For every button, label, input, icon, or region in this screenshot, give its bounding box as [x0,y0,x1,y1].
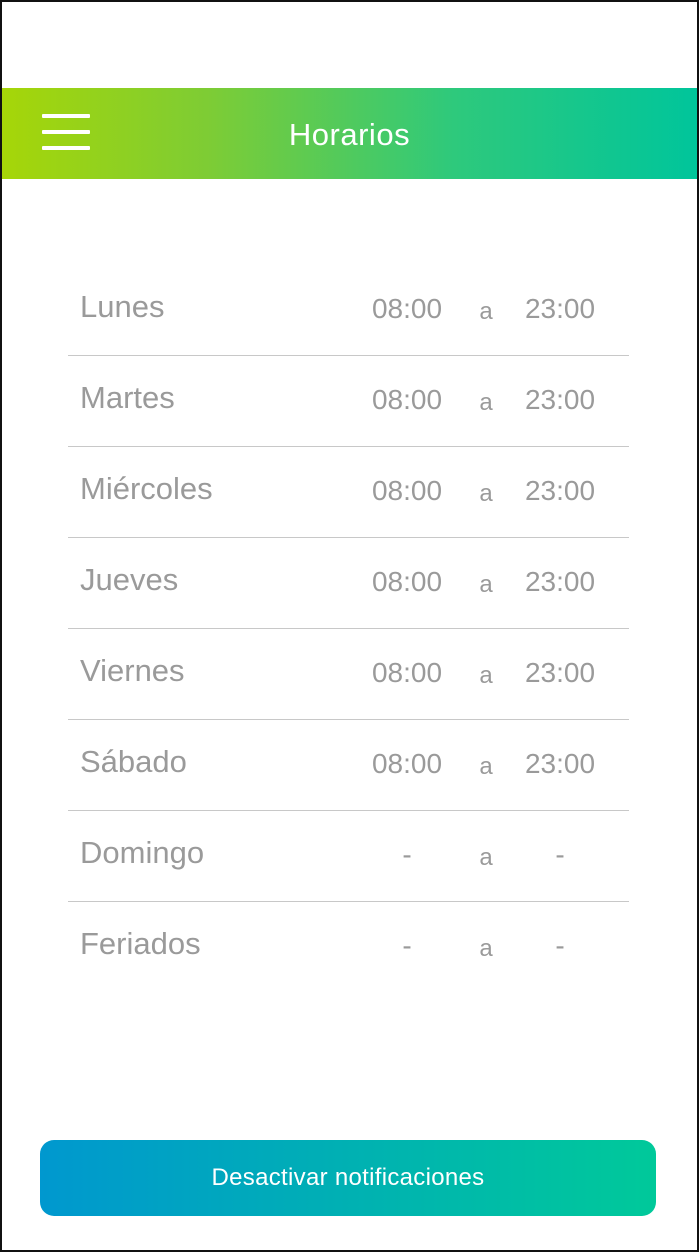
opening-time: 08:00 [371,475,443,506]
day-label: Sábado [80,744,187,779]
day-label: Jueves [80,562,179,597]
time-separator: a [479,935,493,962]
time-separator: a [479,480,493,507]
app-screen: Horarios Lunes 08:00 a 23:00 Martes 08:0… [0,0,699,1252]
time-separator: a [479,571,493,598]
closing-time: 23:00 [524,293,596,324]
schedule-row-sabado: Sábado 08:00 a 23:00 [68,720,629,811]
day-label: Martes [80,380,175,415]
disable-notifications-button[interactable]: Desactivar notificaciones [40,1140,656,1216]
opening-time: 08:00 [371,566,443,597]
closing-time: - [555,839,565,870]
schedule-row-lunes: Lunes 08:00 a 23:00 [68,265,629,356]
opening-time: 08:00 [371,293,443,324]
closing-time: 23:00 [524,566,596,597]
closing-time: 23:00 [524,657,596,688]
closing-time: - [555,930,565,961]
time-separator: a [479,844,493,871]
schedule-row-viernes: Viernes 08:00 a 23:00 [68,629,629,720]
time-separator: a [479,298,493,325]
opening-time: 08:00 [371,657,443,688]
day-label: Viernes [80,653,185,688]
day-label: Miércoles [80,471,213,506]
opening-time: - [402,930,412,961]
opening-time: 08:00 [371,384,443,415]
schedule-row-jueves: Jueves 08:00 a 23:00 [68,538,629,629]
schedule-row-miercoles: Miércoles 08:00 a 23:00 [68,447,629,538]
time-separator: a [479,389,493,416]
schedule-row-martes: Martes 08:00 a 23:00 [68,356,629,447]
top-app-bar: Horarios [2,88,697,179]
schedule-list: Lunes 08:00 a 23:00 Martes 08:00 a 23:00… [68,265,629,992]
closing-time: 23:00 [524,748,596,779]
day-label: Feriados [80,926,201,961]
schedule-row-domingo: Domingo - a - [68,811,629,902]
opening-time: - [402,839,412,870]
opening-time: 08:00 [371,748,443,779]
schedule-row-feriados: Feriados - a - [68,902,629,992]
day-label: Domingo [80,835,205,870]
day-label: Lunes [80,289,165,324]
time-separator: a [479,753,493,780]
time-separator: a [479,662,493,689]
closing-time: 23:00 [524,475,596,506]
page-title: Horarios [288,117,411,152]
closing-time: 23:00 [524,384,596,415]
